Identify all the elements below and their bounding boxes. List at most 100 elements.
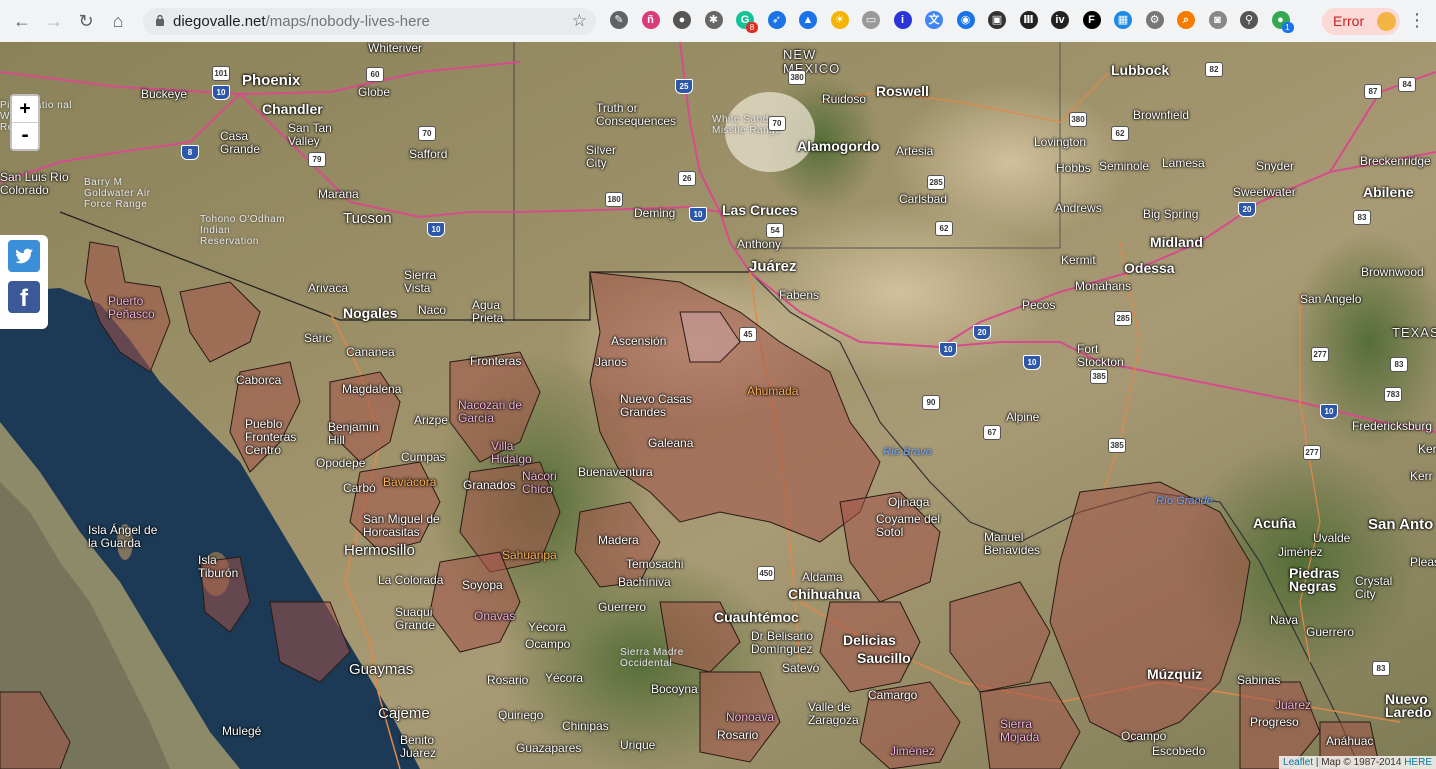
place-label: Múzquiz <box>1147 666 1203 682</box>
invid-icon[interactable]: iv <box>1051 11 1069 29</box>
graduation-icon[interactable]: ▲ <box>799 11 817 29</box>
place-label: Ascensión <box>611 334 667 348</box>
facebook-share-button[interactable]: f <box>8 281 40 313</box>
twitter-share-button[interactable] <box>8 240 40 272</box>
highway-shield: 82 <box>1205 62 1223 77</box>
place-label: Arivaca <box>308 281 349 295</box>
sun-icon[interactable]: ☀ <box>830 11 849 29</box>
place-label: Roswell <box>876 83 929 99</box>
info-icon[interactable]: i <box>893 11 912 29</box>
place-label: Agua Prieta <box>472 298 504 325</box>
place-label: Guazapares <box>516 741 582 755</box>
search-icon[interactable]: ⌕ <box>1177 11 1195 29</box>
feather-icon[interactable]: ➶ <box>767 11 786 29</box>
circle-icon[interactable]: ● <box>673 11 691 29</box>
place-label: La Colorada <box>378 573 444 587</box>
pin-icon[interactable]: ⚲ <box>1240 11 1258 29</box>
back-icon[interactable]: ← <box>12 11 32 31</box>
place-label: Juárez <box>1275 698 1312 712</box>
place-label: Sierra Madre Occidental <box>620 647 684 669</box>
bug-icon[interactable]: ✱ <box>704 11 723 29</box>
zoom-in-button[interactable]: + <box>12 96 38 122</box>
place-label: Nogales <box>343 305 398 321</box>
gear-icon[interactable]: ⚙ <box>1145 11 1164 29</box>
place-label: Odessa <box>1124 260 1175 276</box>
place-label: Nonoava <box>726 710 775 724</box>
place-label: Buckeye <box>141 87 188 101</box>
place-label: Cuauhtémoc <box>714 609 799 625</box>
extension-badge: 1 <box>1281 22 1294 33</box>
browser-toolbar: ← → ↻ ⌂ diegovalle.net/maps/nobody-lives… <box>0 0 1436 43</box>
place-label: Acuña <box>1253 515 1296 531</box>
place-label: Nuevo Laredo <box>1385 691 1432 720</box>
place-label: Ocampo <box>525 637 571 651</box>
highway-shield: 285 <box>927 175 945 190</box>
place-label: Villa Hidalgo <box>491 439 532 466</box>
chat-icon[interactable]: ◙ <box>1208 11 1227 29</box>
address-bar[interactable]: diegovalle.net/maps/nobody-lives-here ☆ <box>143 8 596 35</box>
place-label: Brownwood <box>1361 265 1424 279</box>
place-label: Pueblo Fronteras Centro <box>245 417 297 457</box>
highway-shield: 67 <box>983 425 1001 440</box>
place-label: Cumpas <box>401 450 446 464</box>
place-label: Jiménez <box>1278 545 1323 559</box>
place-label: Mulegé <box>222 724 262 738</box>
place-label: Cajeme <box>378 705 430 722</box>
place-label: Anáhuac <box>1326 734 1374 748</box>
translate-icon[interactable]: 文 <box>925 11 943 29</box>
pen-icon[interactable]: ✎ <box>610 11 628 29</box>
place-label: Manuel Benavides <box>984 530 1041 557</box>
highway-shield: 385 <box>1090 369 1108 384</box>
highway-shield: 8 <box>181 145 199 160</box>
place-label: Urique <box>620 738 656 752</box>
forward-icon[interactable]: → <box>44 11 64 31</box>
highway-shield: 62 <box>935 221 953 236</box>
place-label: Nácori Chico <box>522 469 557 496</box>
place-label: Bocoyna <box>651 682 698 696</box>
f-icon[interactable]: F <box>1082 11 1101 29</box>
profile-error-button[interactable]: Error <box>1322 8 1400 35</box>
place-label: Deming <box>634 206 676 220</box>
place-label: Safford <box>409 147 448 161</box>
place-label: Alpine <box>1006 410 1040 424</box>
place-label: Kerr <box>1410 469 1433 483</box>
avatar <box>1377 12 1396 31</box>
spanish-icon[interactable]: ñ <box>641 11 660 29</box>
place-label: Seminole <box>1099 159 1150 173</box>
slides-icon[interactable]: ▭ <box>862 11 880 29</box>
twitter-icon <box>15 248 33 264</box>
reload-icon[interactable]: ↻ <box>76 11 96 31</box>
place-label: Tucson <box>343 210 392 227</box>
here-link[interactable]: HERE <box>1404 757 1432 768</box>
state-label: TEXAS <box>1392 325 1436 340</box>
place-label: Isla Tiburón <box>198 553 239 580</box>
place-label: Snyder <box>1256 159 1295 173</box>
river-label: Río Grande <box>1156 495 1213 507</box>
lock-icon <box>156 14 164 26</box>
leaflet-link[interactable]: Leaflet <box>1283 757 1313 768</box>
home-icon[interactable]: ⌂ <box>108 11 128 31</box>
highway-shield: 277 <box>1311 347 1329 362</box>
zoom-out-button[interactable]: - <box>12 122 38 149</box>
protected-area-label: Tohono O'Odham Indian Reservation <box>200 214 286 247</box>
library-icon[interactable]: Ⅲ <box>1019 11 1038 29</box>
place-label: Sierra Vista <box>404 268 437 295</box>
place-label: Quiriego <box>498 708 544 722</box>
place-label: Brownfield <box>1133 108 1190 122</box>
bookmark-star-icon[interactable]: ☆ <box>572 11 587 31</box>
highway-shield: 70 <box>768 116 786 131</box>
highway-shield: 20 <box>1238 202 1256 217</box>
camera-icon[interactable]: ▣ <box>988 11 1006 29</box>
place-label: Caborca <box>236 373 282 387</box>
highway-shield: 10 <box>1320 404 1338 419</box>
menu-kebab-icon[interactable]: ⋮ <box>1408 10 1426 31</box>
highway-shield: 385 <box>1108 438 1126 453</box>
record-icon[interactable]: ◉ <box>956 11 975 29</box>
map-viewport[interactable]: NEW MEXICO TEXAS Whiteriver Phoenix Buckeye Ch… <box>0 42 1436 769</box>
highway-shield: 26 <box>678 171 696 186</box>
image-icon[interactable]: ▦ <box>1114 11 1132 29</box>
place-label: Hermosillo <box>344 542 415 559</box>
place-label: Sweetwater <box>1233 185 1296 199</box>
place-label: Dr Belisario Domínguez <box>751 629 814 656</box>
highway-shield: 87 <box>1364 84 1382 99</box>
